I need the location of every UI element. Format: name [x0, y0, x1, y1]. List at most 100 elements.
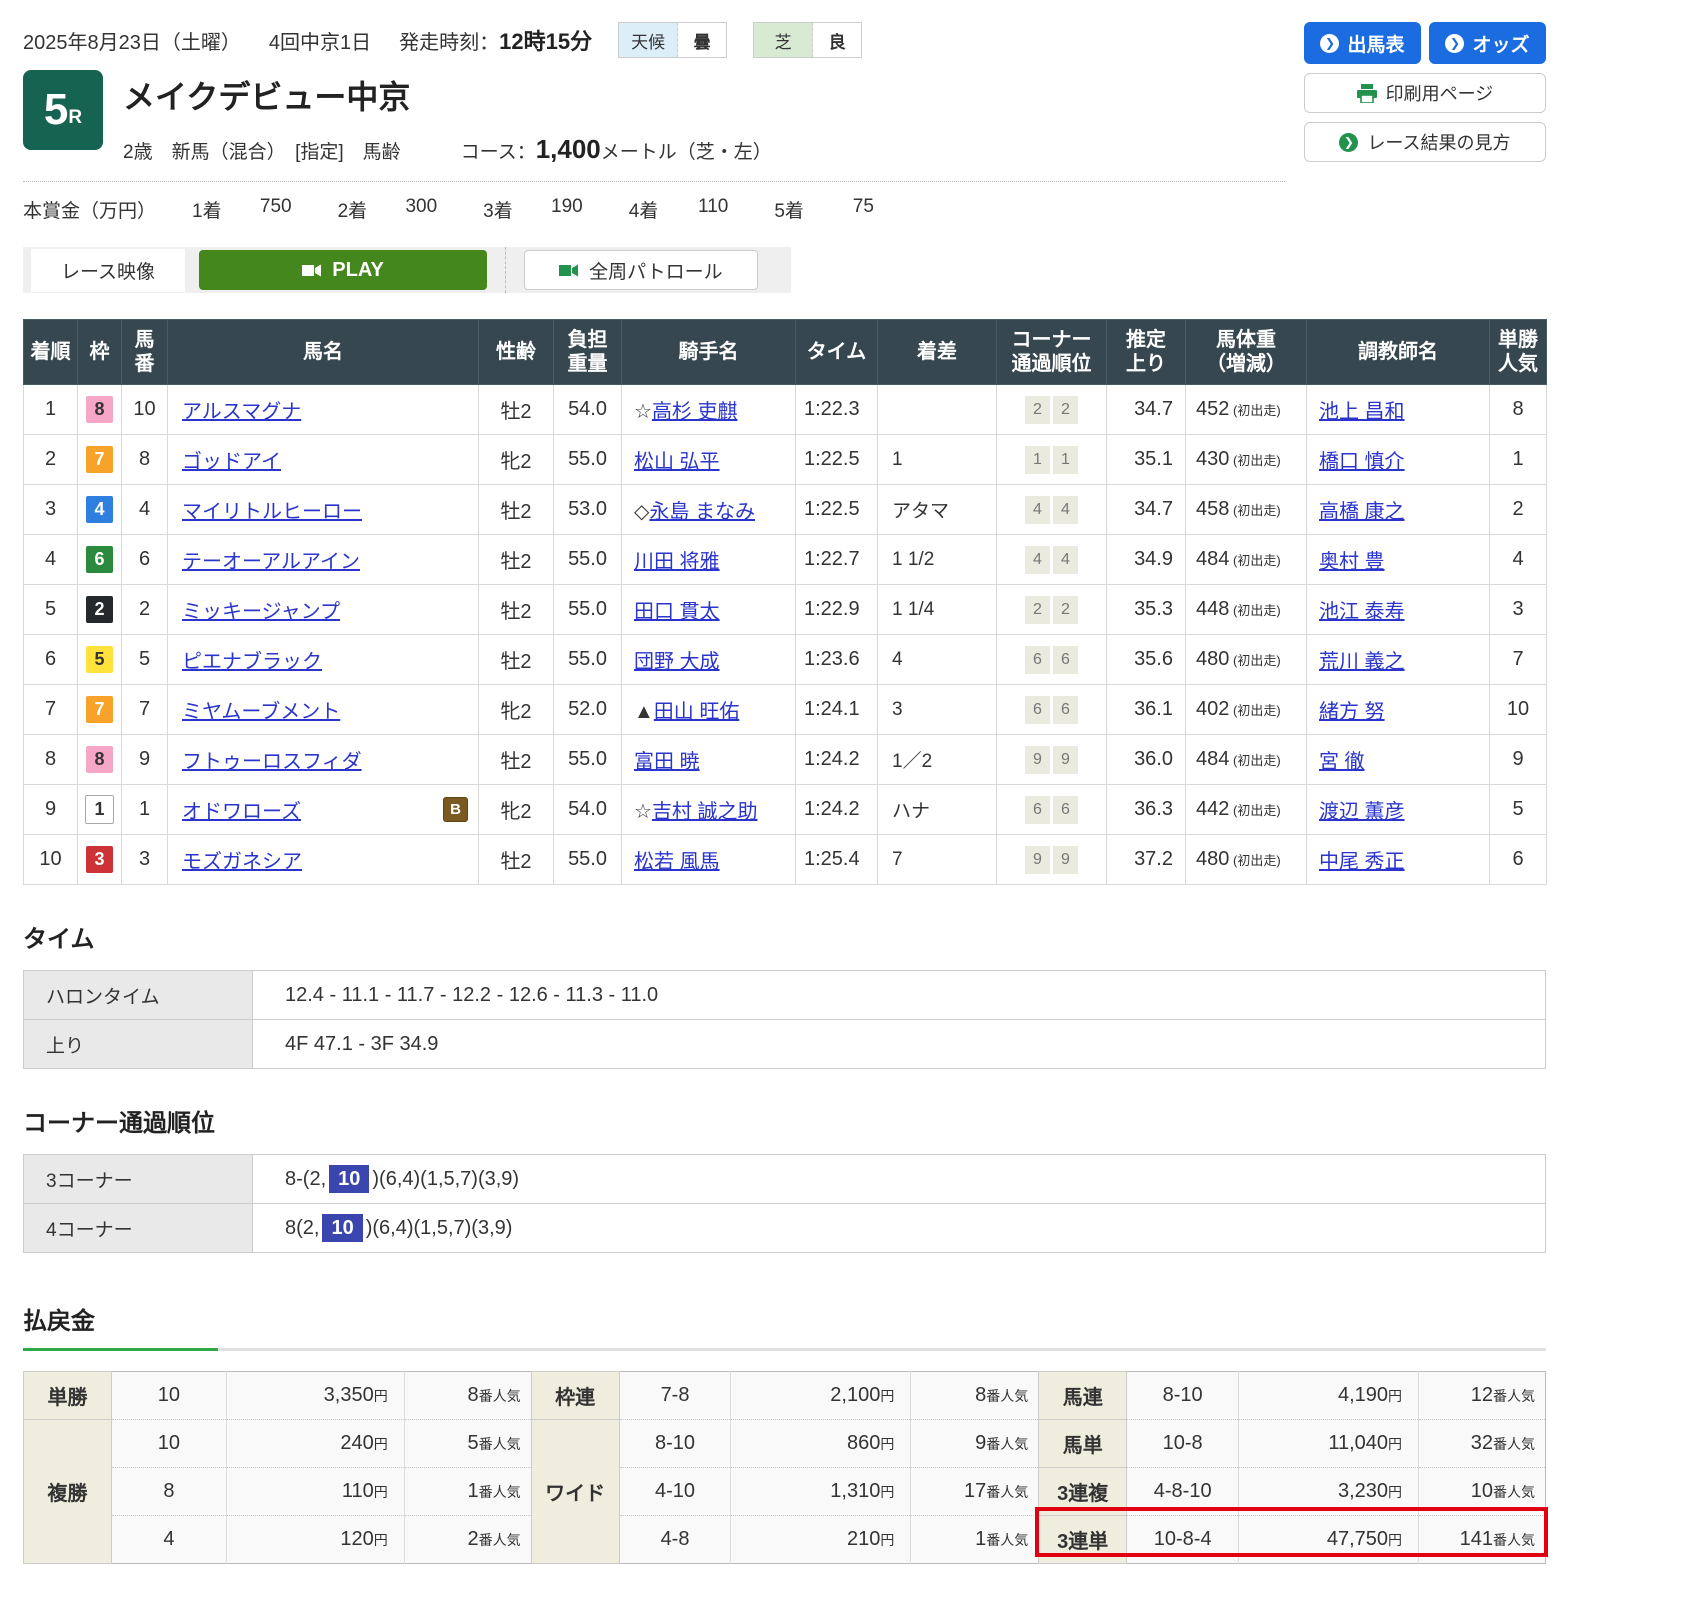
column-header: 枠 [78, 320, 122, 385]
rank-cell: 7 [24, 685, 78, 735]
payout-amount-value: 2,100 [830, 1384, 880, 1406]
play-button[interactable]: PLAY [199, 250, 487, 290]
horse-link[interactable]: ピエナブラック [182, 651, 322, 673]
jockey-link[interactable]: 松山 弘平 [634, 451, 720, 473]
trainer-link[interactable]: 橋口 慎介 [1319, 451, 1405, 473]
table-row: 1033モズガネシア牡255.0松若 風馬1:25.479937.2480 (初… [24, 835, 1547, 885]
body-weight-note: (初出走) [1229, 553, 1280, 568]
race-result-page: 2025年8月23日（土曜） 4回中京1日 発走時刻： 12時15分 天候 曇 … [0, 0, 1689, 1602]
horse-link[interactable]: ミッキージャンプ [182, 601, 340, 623]
trainer-cell: 池江 泰寿 [1307, 585, 1490, 635]
video-camera-icon [302, 263, 322, 278]
popularity-value: 1 [468, 1480, 479, 1502]
popularity-value: 17 [964, 1480, 986, 1502]
horse-link[interactable]: マイリトルヒーロー [182, 501, 362, 523]
trainer-link[interactable]: 荒川 義之 [1319, 651, 1405, 673]
jockey-link[interactable]: 高杉 吏麒 [652, 401, 738, 423]
jockey-link[interactable]: 田口 貫太 [634, 601, 720, 623]
horse-name-cell: ミヤムーブメント [168, 685, 479, 735]
trainer-link[interactable]: 高橋 康之 [1319, 501, 1405, 523]
jockey-link[interactable]: 団野 大成 [634, 651, 720, 673]
horse-link[interactable]: オドワローズ [182, 801, 301, 823]
horse-name-cell: オドワローズB [168, 785, 479, 835]
last-furlongs-value: 4F 47.1 - 3F 34.9 [253, 1020, 1546, 1069]
corner-order-cell: 44 [997, 485, 1107, 535]
prize-item: 1着750 [192, 196, 292, 223]
payout-combination: 7-8 [619, 1372, 731, 1420]
body-weight-cell: 458 (初出走) [1186, 485, 1307, 535]
corner-position: 4 [1053, 496, 1078, 524]
odds-button[interactable]: ❯ オッズ [1429, 22, 1546, 64]
trainer-link[interactable]: 池江 泰寿 [1319, 601, 1405, 623]
frame-number-badge: 4 [86, 496, 113, 523]
payout-popularity: 2番人気 [404, 1516, 531, 1564]
corner-order-table: 3コーナー 8-(2,10)(6,4)(1,5,7)(3,9) 4コーナー 8(… [23, 1154, 1546, 1253]
payout-table: 単勝103,350円8番人気枠連7-82,100円8番人気馬連8-104,190… [23, 1371, 1546, 1564]
rank-cell: 5 [24, 585, 78, 635]
corner-pair: 99 [1025, 746, 1078, 774]
horse-link[interactable]: アルスマグナ [182, 401, 301, 423]
payout-amount: 860円 [731, 1420, 911, 1468]
yen-suffix: 円 [880, 1532, 894, 1548]
entries-button[interactable]: ❯ 出馬表 [1304, 22, 1421, 64]
jockey-link[interactable]: 田山 旺佑 [654, 701, 740, 723]
horse-link[interactable]: ゴッドアイ [182, 451, 281, 473]
horse-link[interactable]: テーオーアルアイン [182, 551, 360, 573]
body-weight-value: 484 [1196, 548, 1229, 570]
trainer-link[interactable]: 宮 徹 [1319, 751, 1365, 773]
table-row: 278ゴッドアイ牝255.0松山 弘平1:22.511135.1430 (初出走… [24, 435, 1547, 485]
payout-amount-value: 3,350 [324, 1384, 374, 1406]
horse-link[interactable]: モズガネシア [182, 851, 302, 873]
trainer-link[interactable]: 中尾 秀正 [1319, 851, 1405, 873]
payout-combination: 4-10 [619, 1468, 731, 1516]
print-page-button[interactable]: 印刷用ページ [1304, 73, 1546, 113]
jockey-cell: ☆高杉 吏麒 [622, 385, 796, 435]
video-camera-icon [559, 263, 579, 278]
margin-cell: ハナ [878, 785, 997, 835]
horse-link[interactable]: ミヤムーブメント [182, 701, 340, 723]
trainer-cell: 宮 徹 [1307, 735, 1490, 785]
popularity-value: 8 [468, 1384, 479, 1406]
frame-cell: 7 [78, 685, 122, 735]
payout-row: 複勝10240円5番人気ワイド8-10860円9番人気馬単10-811,040円… [24, 1420, 1546, 1468]
body-weight-value: 484 [1196, 748, 1229, 770]
corner-order-cell: 66 [997, 685, 1107, 735]
trainer-link[interactable]: 渡辺 薫彦 [1319, 801, 1405, 823]
trainer-link[interactable]: 緒方 努 [1319, 701, 1385, 723]
payout-amount-value: 240 [340, 1432, 373, 1454]
yen-suffix: 円 [374, 1532, 388, 1548]
circle-arrow-icon: ❯ [1339, 133, 1358, 152]
race-number-suffix: R [68, 107, 82, 129]
carried-weight-cell: 55.0 [554, 735, 622, 785]
jockey-status-mark: ▲ [634, 701, 654, 723]
horse-link[interactable]: フトゥーロスフィダ [182, 751, 362, 773]
table-row: 655ピエナブラック牡255.0団野 大成1:23.646635.6480 (初… [24, 635, 1547, 685]
time-cell: 1:24.2 [796, 785, 878, 835]
body-weight-note: (初出走) [1229, 803, 1280, 818]
trainer-link[interactable]: 池上 昌和 [1319, 401, 1405, 423]
results-header-row: 着順枠馬 番馬名性齢負担 重量騎手名タイム着差コーナー 通過順位推定 上り馬体重… [24, 320, 1547, 385]
horse-name-cell: モズガネシア [168, 835, 479, 885]
frame-cell: 5 [78, 635, 122, 685]
trainer-link[interactable]: 奥村 豊 [1319, 551, 1385, 573]
result-guide-button[interactable]: ❯ レース結果の見方 [1304, 122, 1546, 162]
corner-pair: 11 [1025, 446, 1078, 474]
payout-popularity: 1番人気 [404, 1468, 531, 1516]
table-row: 上り 4F 47.1 - 3F 34.9 [24, 1020, 1546, 1069]
jockey-cell: 松山 弘平 [622, 435, 796, 485]
jockey-link[interactable]: 川田 将雅 [634, 551, 720, 573]
payout-combination: 4 [111, 1516, 226, 1564]
patrol-video-button[interactable]: 全周パトロール [524, 250, 758, 290]
column-header: 馬 番 [122, 320, 168, 385]
jockey-link[interactable]: 松若 風馬 [634, 851, 720, 873]
jockey-link[interactable]: 吉村 誠之助 [652, 801, 758, 823]
corner-pair: 66 [1025, 796, 1078, 824]
bet-type-label: ワイド [531, 1420, 619, 1564]
carried-weight-cell: 54.0 [554, 385, 622, 435]
prize-place: 2着 [338, 196, 368, 223]
jockey-link[interactable]: 永島 まなみ [649, 501, 755, 523]
prize-item: 5着75 [774, 196, 874, 223]
sex-age-cell: 牡2 [479, 635, 554, 685]
jockey-cell: 団野 大成 [622, 635, 796, 685]
jockey-link[interactable]: 富田 暁 [634, 751, 700, 773]
